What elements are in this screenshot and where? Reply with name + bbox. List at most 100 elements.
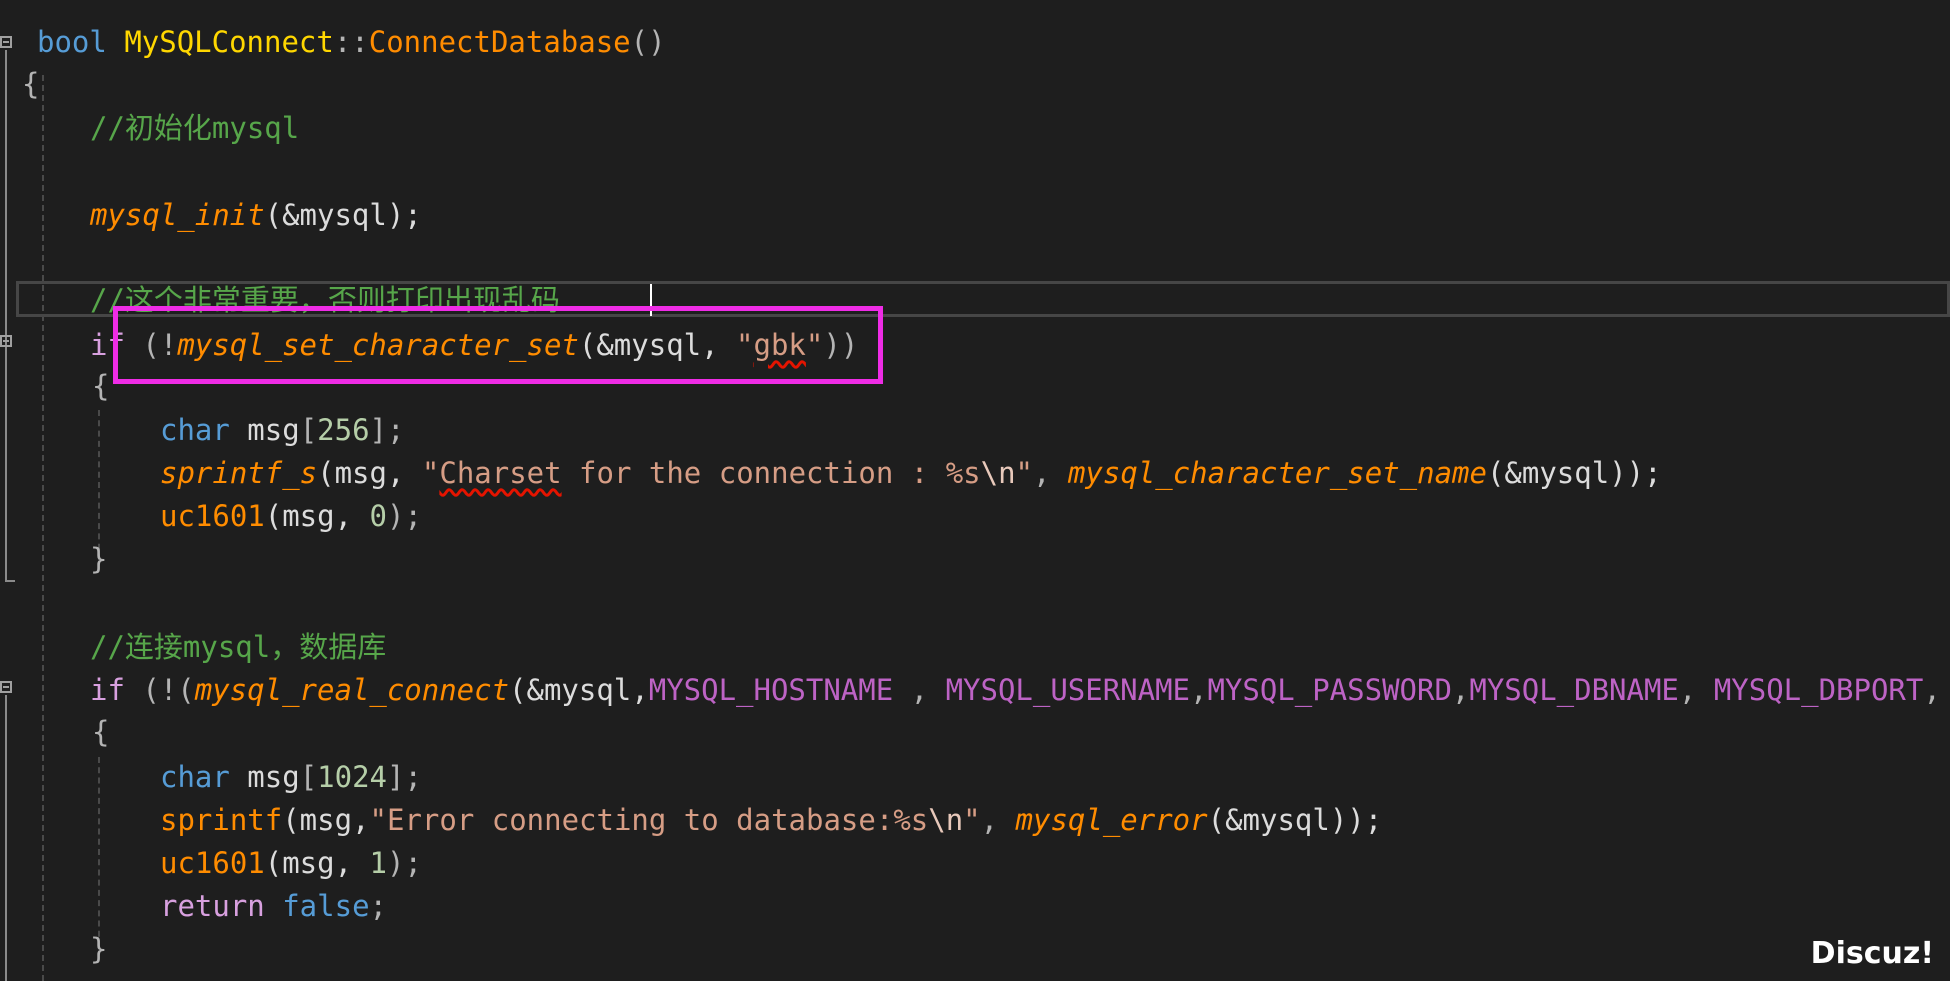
variable: msg bbox=[229, 413, 300, 447]
punctuation: , bbox=[1190, 673, 1208, 707]
fold-line bbox=[5, 350, 7, 580]
function-call: sprintf bbox=[160, 803, 283, 837]
keyword-false: false bbox=[264, 889, 370, 923]
punctuation: ; bbox=[369, 889, 387, 923]
arguments: (&mysql)); bbox=[1207, 803, 1383, 837]
fold-gutter bbox=[0, 0, 30, 981]
macro: MYSQL_USERNAME bbox=[945, 673, 1190, 707]
number: 256 bbox=[317, 413, 370, 447]
indent-guide bbox=[98, 410, 100, 560]
indent-guide bbox=[42, 75, 44, 981]
number: 0 bbox=[369, 499, 387, 533]
code-line[interactable]: uc1601(msg, 1); bbox=[160, 843, 422, 883]
punctuation: , bbox=[1923, 673, 1941, 707]
keyword-if: if bbox=[90, 673, 125, 707]
code-line[interactable]: if (!mysql_set_character_set(&mysql, "gb… bbox=[90, 325, 858, 365]
arguments: (&mysql, bbox=[578, 328, 737, 362]
brace: { bbox=[92, 369, 110, 403]
function-call: mysql_init bbox=[90, 198, 265, 232]
code-line[interactable]: { bbox=[22, 64, 39, 104]
code-line[interactable]: if (!(mysql_real_connect(&mysql,MYSQL_HO… bbox=[90, 670, 1941, 710]
code-line[interactable]: bool MySQLConnect::ConnectDatabase() bbox=[37, 22, 666, 62]
code-line[interactable]: sprintf_s(msg, "Charset for the connecti… bbox=[160, 453, 1662, 493]
code-line[interactable]: //初始化mysql bbox=[90, 108, 299, 148]
code-line[interactable]: { bbox=[92, 712, 109, 752]
string-quote: " bbox=[1015, 456, 1034, 490]
brace: } bbox=[90, 542, 108, 576]
arguments: (&mysql)); bbox=[1486, 456, 1662, 490]
fold-end bbox=[5, 580, 15, 582]
fold-line bbox=[5, 695, 7, 981]
code-editor[interactable]: bool MySQLConnect::ConnectDatabase() { /… bbox=[0, 0, 1950, 981]
code-line[interactable]: //这个非常重要，否则打印出现乱码 bbox=[90, 280, 560, 320]
variable: msg bbox=[229, 760, 300, 794]
string-literal: for the connection : %s bbox=[561, 456, 981, 490]
function-call: uc1601 bbox=[160, 846, 265, 880]
keyword-return: return bbox=[160, 889, 265, 923]
collapse-icon[interactable] bbox=[0, 36, 12, 48]
punctuation: ); bbox=[387, 499, 422, 533]
arguments: (msg, bbox=[264, 846, 370, 880]
function-call: uc1601 bbox=[160, 499, 265, 533]
punctuation: (! bbox=[124, 328, 178, 362]
arguments: (msg, bbox=[317, 456, 422, 490]
arguments: (&mysql, bbox=[509, 673, 649, 707]
collapse-icon[interactable] bbox=[0, 335, 12, 347]
punctuation: ); bbox=[387, 846, 422, 880]
function-call: mysql_set_character_set bbox=[177, 328, 579, 362]
code-line[interactable]: { bbox=[92, 366, 109, 406]
arguments: (&mysql); bbox=[264, 198, 422, 232]
code-line[interactable]: char msg[256]; bbox=[160, 410, 404, 450]
punctuation: ]; bbox=[369, 413, 405, 447]
punctuation: ]; bbox=[387, 760, 422, 794]
macro: MYSQL_DBPORT bbox=[1713, 673, 1924, 707]
punctuation: (!( bbox=[124, 673, 195, 707]
function-call: mysql_character_set_name bbox=[1067, 456, 1487, 490]
string-quote: " bbox=[421, 456, 440, 490]
comment: //初始化mysql bbox=[90, 111, 300, 145]
text-caret bbox=[650, 284, 652, 316]
punctuation: [ bbox=[299, 760, 318, 794]
function-call: mysql_error bbox=[1015, 803, 1208, 837]
escape-sequence: \n bbox=[928, 803, 964, 837]
function-call: mysql_real_connect bbox=[194, 673, 510, 707]
function-call: sprintf_s bbox=[160, 456, 318, 490]
string-literal: "Error connecting to database:%s bbox=[369, 803, 929, 837]
code-line[interactable]: } bbox=[90, 539, 107, 579]
scope-operator: :: bbox=[333, 25, 369, 59]
string-literal: gbk bbox=[753, 328, 806, 362]
punctuation: , bbox=[1033, 456, 1068, 490]
keyword: char bbox=[160, 760, 230, 794]
number: 1 bbox=[369, 846, 387, 880]
code-line[interactable]: //连接mysql，数据库 bbox=[90, 627, 386, 667]
keyword: bool bbox=[37, 25, 107, 59]
code-line[interactable]: char msg[1024]; bbox=[160, 757, 422, 797]
punctuation: [ bbox=[299, 413, 318, 447]
code-line[interactable]: sprintf(msg,"Error connecting to databas… bbox=[160, 800, 1382, 840]
code-line[interactable]: } bbox=[90, 929, 107, 969]
code-line[interactable]: uc1601(msg, 0); bbox=[160, 496, 422, 536]
code-line[interactable]: return false; bbox=[160, 886, 387, 926]
escape-sequence: \n bbox=[980, 456, 1016, 490]
string-literal: Charset bbox=[439, 456, 562, 490]
indent-guide bbox=[98, 757, 100, 947]
keyword: char bbox=[160, 413, 230, 447]
brace: } bbox=[90, 932, 108, 966]
collapse-icon[interactable] bbox=[0, 681, 12, 693]
comment: //连接mysql，数据库 bbox=[90, 630, 387, 664]
string-quote: " bbox=[736, 328, 754, 362]
macro: MYSQL_DBNAME bbox=[1469, 673, 1679, 707]
punctuation: , bbox=[1678, 673, 1714, 707]
code-line[interactable]: mysql_init(&mysql); bbox=[90, 195, 422, 235]
punctuation: , bbox=[1451, 673, 1470, 707]
macro: MYSQL_PASSWORD bbox=[1207, 673, 1452, 707]
comment: //这个非常重要，否则打印出现乱码 bbox=[90, 283, 560, 317]
arguments: (msg, bbox=[282, 803, 370, 837]
punctuation: () bbox=[630, 25, 666, 59]
string-quote: " bbox=[805, 328, 824, 362]
macro: MYSQL_HOSTNAME bbox=[648, 673, 894, 707]
punctuation: )) bbox=[823, 328, 859, 362]
watermark-logo: Discuz! bbox=[1810, 936, 1934, 971]
punctuation: , bbox=[980, 803, 1016, 837]
punctuation: , bbox=[893, 673, 946, 707]
